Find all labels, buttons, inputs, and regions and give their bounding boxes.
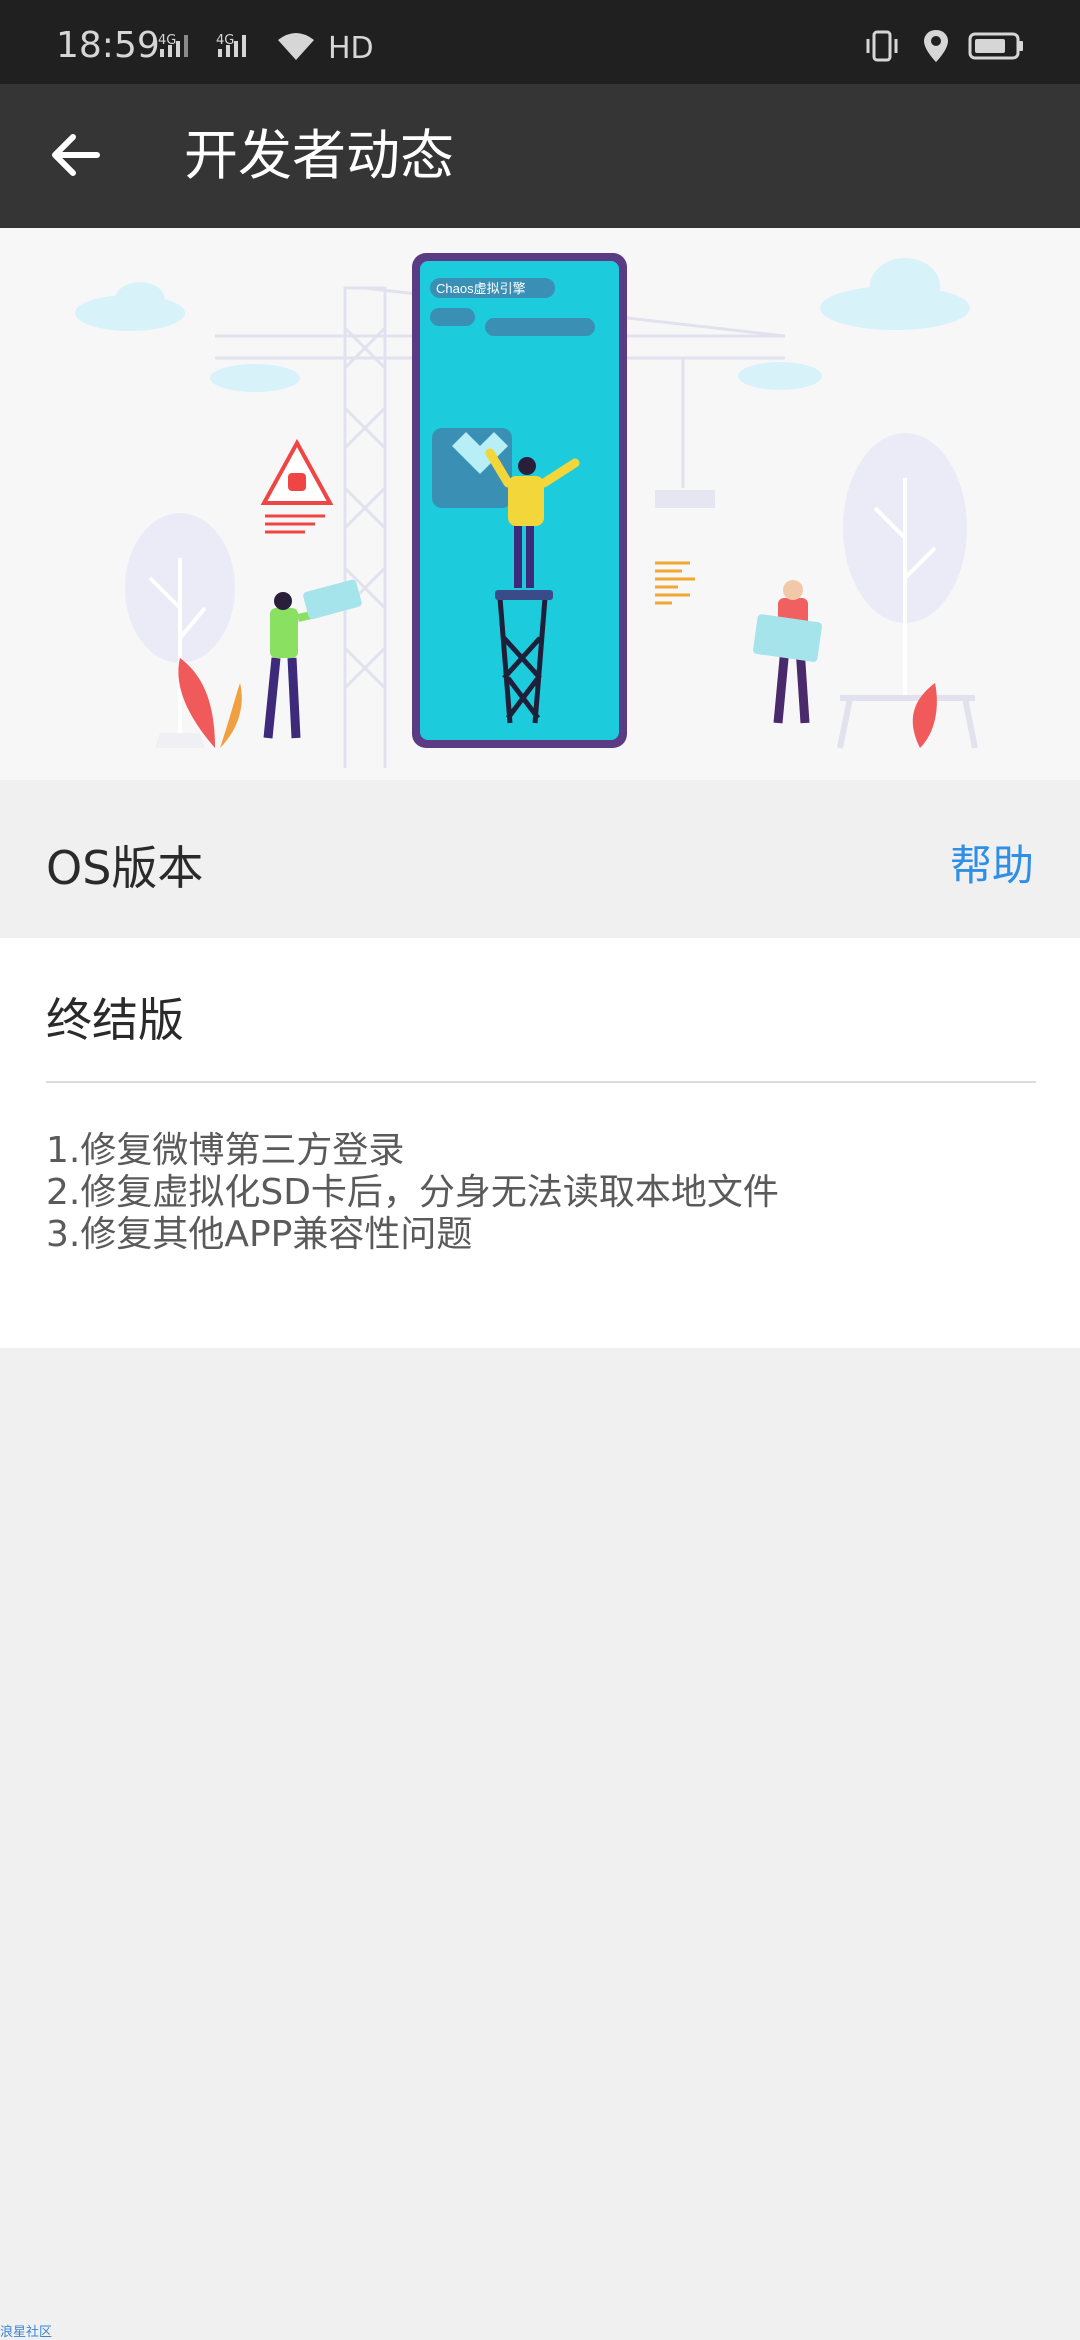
release-card: 终结版 1.修复微博第三方登录 2.修复虚拟化SD卡后，分身无法读取本地文件 3…	[0, 938, 1080, 1348]
network-1-label: 4G	[158, 33, 176, 48]
changelog-item: 3.修复其他APP兼容性问题	[46, 1214, 473, 1255]
divider	[46, 1081, 1036, 1083]
signal-4g-icon: 4G	[158, 31, 206, 65]
help-link[interactable]: 帮助	[950, 832, 1034, 893]
status-time: 18:59	[56, 25, 160, 66]
status-right-icons	[860, 28, 1026, 68]
developer-illustration: Chaos虚拟引擎	[75, 253, 978, 768]
network-2-label: 4G	[216, 33, 234, 48]
page-title: 开发者动态	[184, 124, 454, 187]
changelog-item: 1.修复微博第三方登录	[46, 1130, 405, 1171]
location-icon	[922, 28, 950, 68]
status-left-icons: 4G 4G HD	[158, 30, 374, 66]
changelog-list: 1.修复微博第三方登录 2.修复虚拟化SD卡后，分身无法读取本地文件 3.修复其…	[46, 1130, 1036, 1256]
arrow-left-icon	[52, 134, 100, 176]
version-name: 终结版	[46, 993, 184, 1047]
wifi-icon	[274, 30, 318, 66]
app-bar: 开发者动态	[0, 84, 1080, 228]
watermark: 浪星社区	[0, 2325, 53, 2340]
vibrate-icon	[860, 29, 904, 67]
hd-label: HD	[328, 30, 374, 66]
phone-screen-label: Chaos虚拟引擎	[436, 281, 526, 296]
os-version-header: OS版本 帮助	[0, 780, 1080, 938]
hero-illustration: Chaos虚拟引擎	[0, 228, 1080, 780]
signal-4g-2-icon: 4G	[216, 31, 264, 65]
os-version-label: OS版本	[46, 841, 204, 895]
status-bar: 18:59 4G 4G HD	[0, 0, 1080, 84]
battery-icon	[968, 31, 1026, 65]
changelog-item: 2.修复虚拟化SD卡后，分身无法读取本地文件	[46, 1172, 779, 1213]
back-button[interactable]	[38, 118, 112, 192]
